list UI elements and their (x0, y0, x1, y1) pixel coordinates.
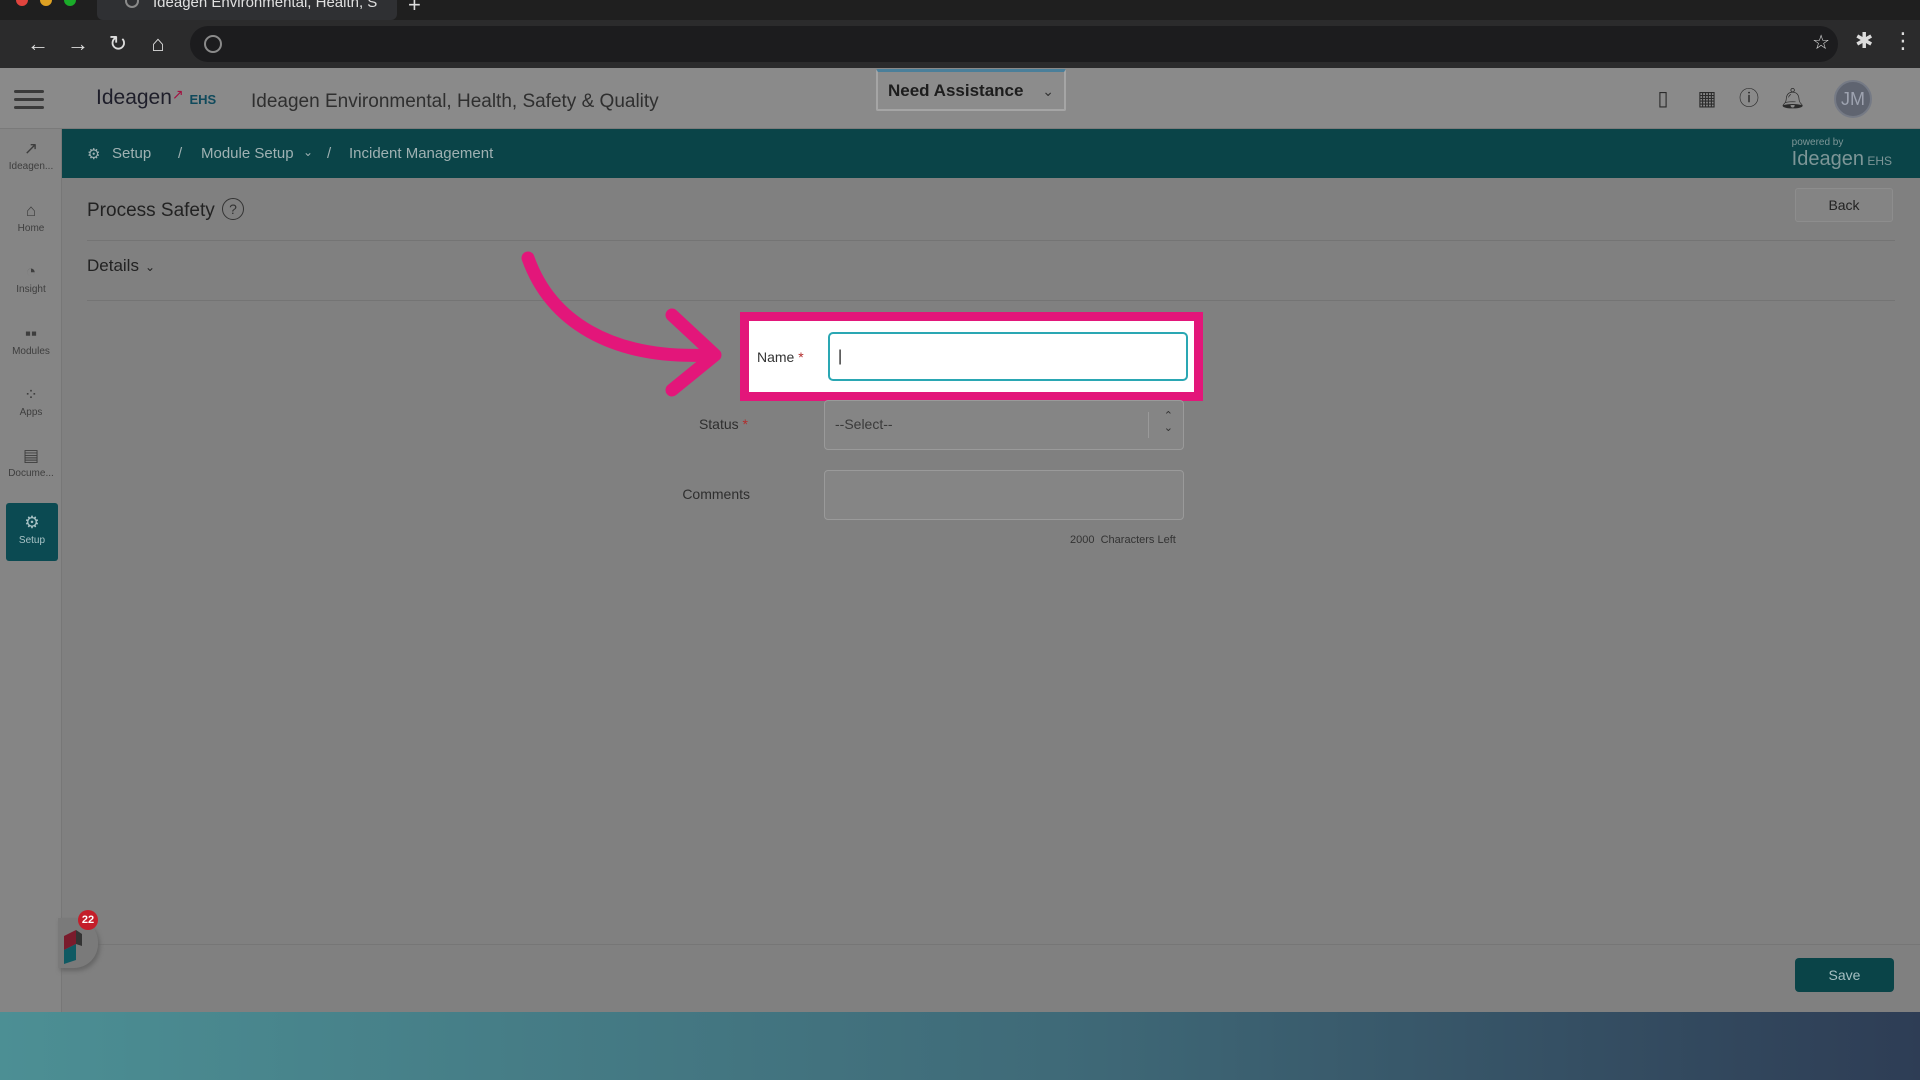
status-label: Status * (698, 416, 748, 432)
notification-count-badge: 22 (78, 910, 98, 930)
hamburger-menu-icon[interactable] (14, 90, 44, 114)
comments-label: Comments (682, 486, 750, 502)
rail-label: Docume... (8, 468, 54, 479)
powered-by-text: powered by (1791, 137, 1844, 148)
grid-icon: ▪▪ (24, 324, 38, 343)
breadcrumb-incident-management[interactable]: Incident Management (349, 145, 493, 162)
save-button[interactable]: Save (1795, 958, 1894, 992)
desktop-background (0, 1012, 1920, 1080)
breadcrumb-separator: / (178, 145, 183, 162)
page-title: Process Safety (87, 200, 215, 221)
app-title: Ideagen Environmental, Health, Safety & … (251, 91, 659, 112)
help-icon[interactable]: ⓘ (1737, 87, 1761, 111)
name-label: Name * (757, 349, 804, 365)
document-icon: ▤ (22, 446, 40, 465)
rail-item-setup[interactable]: ⚙ Setup (6, 503, 58, 561)
gear-icon: ⚙ (24, 513, 40, 532)
mobile-device-icon[interactable]: ▯ (1651, 87, 1675, 111)
powered-by-logo: powered by Ideagen EHS (1792, 137, 1892, 172)
logo-suffix: EHS (189, 92, 217, 107)
rail-label: Ideagen... (8, 161, 54, 172)
browser-tab[interactable]: Ideagen Environmental, Health, S (97, 0, 397, 20)
breadcrumb-module-setup[interactable]: Module Setup (201, 145, 294, 162)
breadcrumb-setup[interactable]: Setup (112, 145, 151, 162)
details-section-toggle[interactable]: Details ⌄ (87, 256, 155, 276)
home-icon[interactable]: ⌂ (142, 28, 174, 60)
section-title: Details (87, 256, 139, 275)
back-arrow-icon[interactable]: ← (22, 28, 54, 60)
rail-label: Apps (19, 407, 43, 418)
main-content: Process Safety ? Back Details ⌄ Name * | … (62, 178, 1920, 1012)
logo-text: Ideagen (96, 86, 172, 109)
rail-item-apps[interactable]: ⁘ Apps (0, 375, 62, 433)
comments-textarea[interactable] (824, 470, 1184, 520)
rail-item-home[interactable]: ⌂ Home (0, 191, 62, 249)
browser-toolbar: ← → ↻ ⌂ ☆ ✱ ⋮ (0, 20, 1920, 68)
left-nav-rail: ↗ Ideagen... ⌂ Home ◔ Insight ▪▪ Modules… (0, 129, 62, 1012)
chevron-down-icon[interactable]: ⌄ (303, 145, 313, 159)
chevron-down-icon: ⌄ (144, 260, 156, 274)
user-avatar[interactable]: JM (1834, 80, 1872, 118)
reload-icon[interactable]: ↻ (102, 28, 134, 60)
tab-title: Ideagen Environmental, Health, S (153, 0, 378, 11)
new-tab-button[interactable]: + (408, 0, 421, 18)
rail-label: Setup (18, 535, 46, 546)
calendar-icon[interactable]: ▦ (1695, 87, 1719, 111)
breadcrumb-separator: / (327, 145, 332, 162)
updown-chevron-icon: ⌃ ⌄ (1163, 410, 1173, 434)
powered-logo-text: Ideagen (1791, 148, 1864, 170)
app-header: Ideagen↗ EHS Ideagen Environmental, Heal… (0, 68, 1920, 129)
globe-icon (125, 0, 139, 8)
minimize-window-button[interactable] (40, 0, 52, 6)
extensions-puzzle-icon[interactable]: ✱ (1855, 28, 1873, 54)
address-bar[interactable]: ☆ (190, 26, 1838, 62)
browser-menu-icon[interactable]: ⋮ (1892, 28, 1914, 54)
name-field-highlight: Name * | (740, 312, 1203, 401)
footer-divider (62, 944, 1920, 945)
name-input[interactable]: | (828, 332, 1188, 381)
divider (87, 300, 1895, 301)
browser-tabstrip: Ideagen Environmental, Health, S + (0, 0, 1920, 20)
rail-item-modules[interactable]: ▪▪ Modules (0, 314, 62, 372)
close-window-button[interactable] (16, 0, 28, 6)
divider (87, 240, 1895, 241)
powered-logo-suffix: EHS (1867, 154, 1892, 168)
assist-label: Need Assistance (888, 81, 1024, 100)
status-selected-value: --Select-- (835, 416, 893, 432)
apps-icon: ⁘ (23, 385, 39, 404)
rail-label: Modules (12, 346, 50, 357)
ideagen-mark-icon: ↗ (23, 139, 39, 158)
bookmark-star-icon[interactable]: ☆ (1812, 30, 1830, 55)
need-assistance-dropdown[interactable]: Need Assistance ⌄ (876, 69, 1066, 111)
ideagen-logo[interactable]: Ideagen↗ EHS (96, 86, 216, 110)
bell-icon[interactable]: 🔔︎ (1780, 87, 1805, 111)
rail-item-documents[interactable]: ▤ Docume... (0, 436, 62, 494)
forward-arrow-icon[interactable]: → (62, 28, 94, 60)
annotation-arrow (521, 251, 722, 397)
rail-item-insight[interactable]: ◔ Insight (0, 252, 62, 310)
gear-icon: ⚙ (87, 146, 101, 163)
help-icon[interactable]: ? (222, 198, 244, 220)
pie-chart-icon: ◔ (25, 262, 37, 281)
rail-label: Insight (16, 284, 46, 295)
characters-left-counter: 2000 Characters Left (1070, 534, 1176, 546)
notification-widget[interactable]: 22 (58, 910, 100, 972)
site-info-icon[interactable] (204, 35, 222, 53)
rail-item-ideagen[interactable]: ↗ Ideagen... (0, 129, 62, 187)
home-icon: ⌂ (25, 201, 37, 220)
rail-label: Home (17, 223, 45, 234)
back-button[interactable]: Back (1795, 188, 1893, 222)
chevron-down-icon: ⌄ (1042, 83, 1054, 99)
maximize-window-button[interactable] (64, 0, 76, 6)
breadcrumb: ⚙ Setup / Module Setup ⌄ / Incident Mana… (62, 129, 1920, 178)
status-select[interactable]: --Select-- ⌃ ⌄ (824, 400, 1184, 450)
select-divider (1148, 412, 1149, 438)
